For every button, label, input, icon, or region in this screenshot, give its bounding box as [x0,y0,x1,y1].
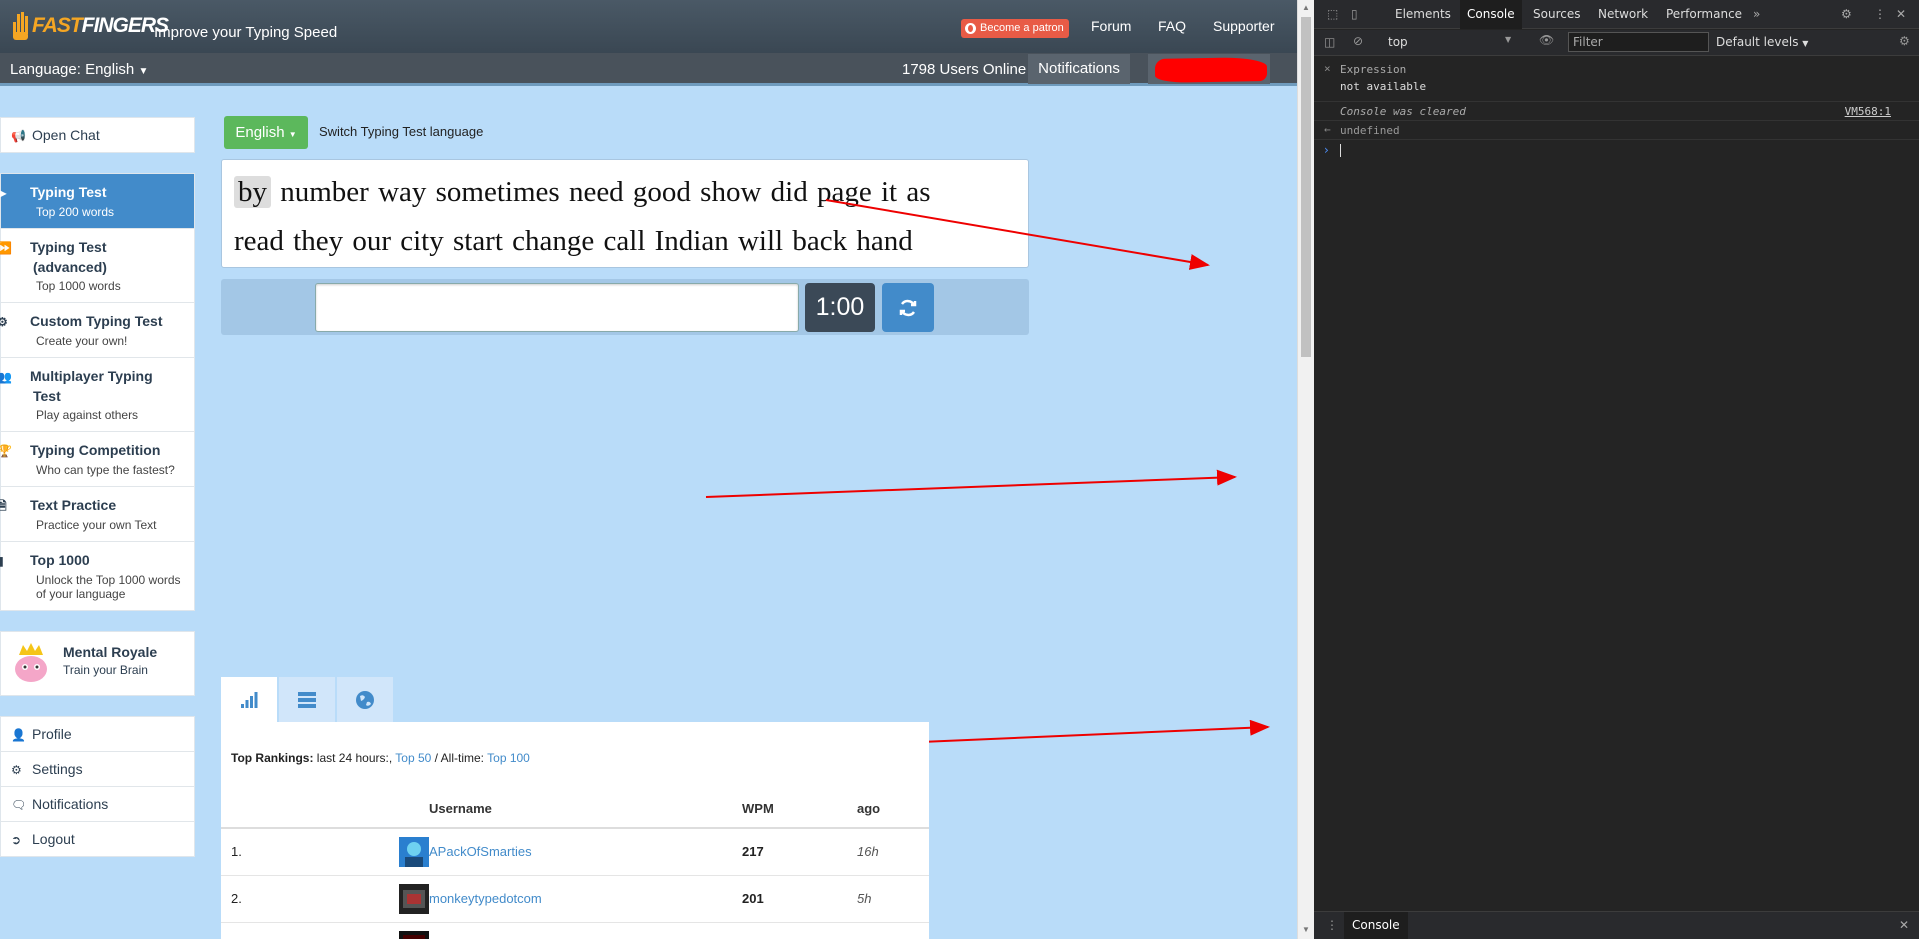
ranking-tabs [221,677,395,722]
console-result: ← undefined [1314,122,1919,140]
col-username: Username [429,790,742,829]
wpm-cell: 198 [742,922,857,939]
eye-icon[interactable]: 👁 [1539,33,1554,47]
rankings-alltime: / All-time: [434,751,485,765]
device-toolbar-icon[interactable]: ▯ [1351,0,1358,29]
tab-performance[interactable]: Performance [1666,0,1742,29]
console-filter-input[interactable]: Filter [1568,32,1709,52]
avatar[interactable] [399,883,429,914]
log-levels-label: Default levels [1716,35,1799,49]
username-link[interactable]: Vichy [429,922,742,939]
rankings-last24: last 24 hours:, [316,751,393,765]
live-expression: × Expression not available [1314,57,1919,102]
wpm-cell: 217 [742,828,857,876]
rankings-table: Username WPM ago 1. APackOfSmarties 217 … [221,790,929,939]
red-arrow-2 [705,469,1237,498]
username-link[interactable]: APackOfSmarties [429,828,742,876]
screen: FAST FINGERS Improve your Typing Speed Be… [0,0,1919,939]
bar-chart-icon [240,691,258,709]
tab-elements[interactable]: Elements [1395,0,1451,29]
devtools-tabbar: ⬚ ▯ Elements Console Sources Network Per… [1314,0,1919,29]
tab-world[interactable] [337,677,393,722]
tab-list[interactable] [279,677,335,722]
username-link[interactable]: monkeytypedotcom [429,875,742,923]
context-selector[interactable]: top [1388,35,1408,49]
drawer-tab-console[interactable]: Console [1344,912,1408,939]
avatar-cell [309,922,429,939]
tab-network[interactable]: Network [1598,0,1648,29]
clear-console-icon[interactable]: ⊘ [1353,34,1363,48]
fastfingers-page: FAST FINGERS Improve your Typing Speed Be… [0,0,1297,939]
rankings-title-label: Top Rankings: [231,751,314,765]
tab-sources[interactable]: Sources [1533,0,1580,29]
result-arrow-icon: ← [1324,123,1331,136]
scrollbar-thumb[interactable] [1301,17,1311,357]
tab-rankings[interactable] [221,677,277,722]
rank-cell: 1. [221,828,309,876]
close-drawer-icon[interactable]: ✕ [1899,918,1909,932]
avatar-cell [309,875,429,923]
close-devtools-icon[interactable]: ✕ [1896,0,1906,29]
expression-label[interactable]: Expression [1340,63,1406,76]
link-top-100[interactable]: Top 100 [487,751,530,765]
result-value: undefined [1340,124,1400,137]
wpm-cell: 201 [742,875,857,923]
sidebar-toggle-icon[interactable]: ◫ [1324,35,1335,49]
scroll-down-icon[interactable]: ▼ [1302,925,1310,934]
avatar-cell [309,828,429,876]
link-top-50[interactable]: Top 50 [395,751,431,765]
scroll-up-icon[interactable]: ▲ [1302,3,1310,12]
page-scrollbar[interactable]: ▲ ▼ [1297,0,1314,939]
drawer-menu-icon[interactable]: ⋮ [1326,918,1338,932]
server-icon [297,691,317,709]
rankings-panel: Top Rankings: last 24 hours:, Top 50 / A… [221,722,929,939]
table-row: 1. APackOfSmarties 217 16h [221,828,929,876]
rank-cell: 2. [221,875,309,923]
avatar[interactable] [399,930,429,939]
expression-value: not available [1340,80,1427,93]
text-cursor [1340,144,1341,157]
console-settings-icon[interactable]: ⚙ [1899,34,1910,48]
console-prompt[interactable]: › [1314,142,1919,160]
cleared-text: Console was cleared [1340,105,1466,118]
chevron-down-icon: ▼ [1802,39,1809,48]
tab-console[interactable]: Console [1460,0,1522,29]
prompt-chevron-icon: › [1324,143,1329,157]
col-avatar [309,790,429,829]
rankings-title: Top Rankings: last 24 hours:, Top 50 / A… [231,751,530,765]
kebab-menu-icon[interactable]: ⋮ [1874,0,1886,29]
settings-gear-icon[interactable]: ⚙ [1841,0,1852,29]
col-wpm: WPM [742,790,857,829]
log-levels-dropdown[interactable]: Default levels ▼ [1716,35,1808,49]
source-link[interactable]: VM568:1 [1845,105,1891,118]
console-message-cleared: Console was cleared VM568:1 [1314,103,1919,121]
remove-expression-icon[interactable]: × [1324,62,1331,75]
more-tabs-icon[interactable]: » [1753,0,1760,29]
ago-cell: 16h [857,828,929,876]
table-row: 3. Vichy 198 11h [221,922,929,939]
inspect-element-icon[interactable]: ⬚ [1327,0,1338,29]
console-toolbar: ◫ ⊘ top ▼ 👁 Filter Default levels ▼ ⚙ [1314,30,1919,56]
devtools-panel: ⬚ ▯ Elements Console Sources Network Per… [1314,0,1919,939]
ago-cell: 11h [857,922,929,939]
col-rank [221,790,309,829]
red-arrow-1 [825,199,1210,270]
globe-icon [355,690,375,710]
devtools-drawer: ⋮ Console ✕ [1314,911,1919,939]
ago-cell: 5h [857,875,929,923]
avatar[interactable] [399,836,429,867]
rank-cell: 3. [221,922,309,939]
table-row: 2. monkeytypedotcom 201 5h [221,875,929,923]
col-ago: ago [857,790,929,829]
context-dropdown-icon[interactable]: ▼ [1505,35,1511,44]
